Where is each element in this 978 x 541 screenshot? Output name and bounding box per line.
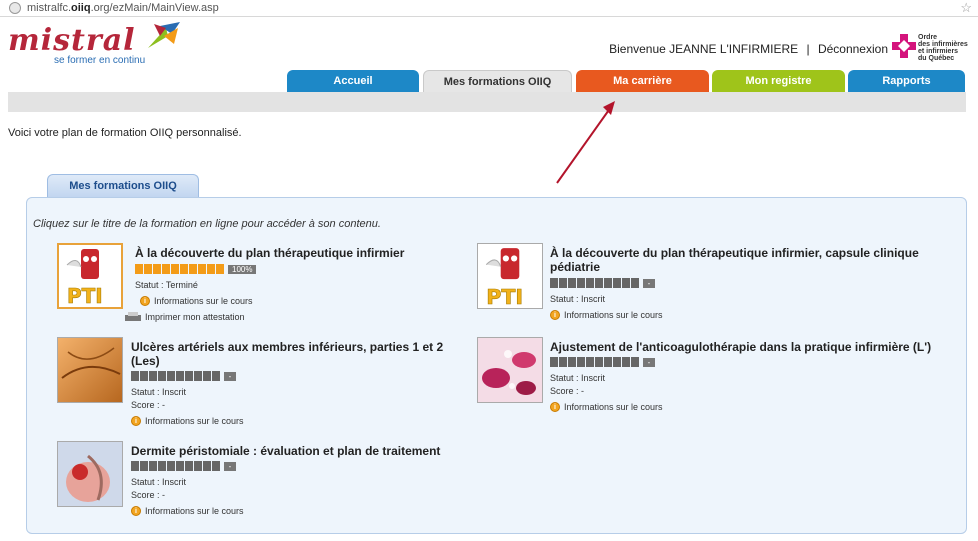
print-label: Imprimer mon attestation bbox=[145, 312, 245, 322]
pti-label: PTI bbox=[486, 285, 523, 308]
progress-percent: - bbox=[643, 278, 655, 288]
oiiq-cross-icon bbox=[892, 34, 916, 58]
info-label: Informations sur le cours bbox=[564, 402, 663, 412]
intro-text: Voici votre plan de formation OIIQ perso… bbox=[8, 127, 242, 139]
course-thumbnail-ulcer[interactable] bbox=[57, 337, 123, 403]
course-title-link[interactable]: Dermite péristomiale : évaluation et pla… bbox=[131, 444, 461, 458]
logo-arrow-icon bbox=[148, 22, 180, 48]
progress-segments bbox=[131, 461, 220, 471]
org-line: des infirmières bbox=[918, 41, 968, 48]
progress-bar: - bbox=[131, 371, 236, 381]
progress-percent: 100% bbox=[228, 264, 257, 274]
course-thumbnail-pti[interactable]: PTI bbox=[57, 243, 123, 309]
tab-ma-carriere[interactable]: Ma carrière bbox=[576, 70, 709, 92]
bookmark-star-icon[interactable]: ☆ bbox=[960, 0, 972, 16]
info-icon: i bbox=[131, 506, 141, 516]
progress-bar: - bbox=[550, 357, 655, 367]
progress-bar: - bbox=[550, 278, 655, 288]
progress-percent: - bbox=[224, 371, 236, 381]
course-status: Statut : Inscrit Score : - bbox=[131, 386, 186, 412]
oiiq-name: Ordre des infirmières et infirmiers du Q… bbox=[918, 34, 968, 62]
stoma-image-icon bbox=[58, 442, 122, 506]
course-status: Statut : Inscrit Score : - bbox=[131, 476, 186, 502]
course-info-link[interactable]: i Informations sur le cours bbox=[140, 296, 253, 306]
progress-percent: - bbox=[643, 357, 655, 367]
tab-rapports[interactable]: Rapports bbox=[848, 70, 965, 92]
info-icon: i bbox=[550, 402, 560, 412]
blood-cells-icon bbox=[478, 338, 542, 402]
separator: | bbox=[806, 42, 810, 56]
info-label: Informations sur le cours bbox=[564, 310, 663, 320]
course-thumbnail-pti[interactable]: PTI bbox=[477, 243, 543, 309]
url-text: mistralfc.oiiq.org/ezMain/MainView.asp bbox=[27, 2, 219, 14]
print-certificate-link[interactable]: Imprimer mon attestation bbox=[125, 312, 245, 322]
mistral-logo[interactable]: mistral se former en continu bbox=[8, 22, 180, 68]
tab-mes-formations[interactable]: Mes formations OIIQ bbox=[423, 70, 572, 92]
org-line: Ordre bbox=[918, 34, 938, 41]
status-label: Statut : Inscrit bbox=[131, 477, 187, 487]
panel-hint: Cliquez sur le titre de la formation en … bbox=[33, 218, 381, 230]
status-label: Statut : Inscrit bbox=[131, 387, 187, 397]
tab-accueil[interactable]: Accueil bbox=[287, 70, 419, 92]
course-info-link[interactable]: i Informations sur le cours bbox=[550, 402, 663, 412]
annotation-arrow-icon bbox=[556, 101, 615, 184]
pti-mascot-icon: PTI bbox=[59, 245, 121, 307]
info-label: Informations sur le cours bbox=[145, 416, 244, 426]
globe-icon bbox=[9, 2, 21, 14]
nav-subbar bbox=[8, 92, 966, 112]
course-title-link[interactable]: À la découverte du plan thérapeutique in… bbox=[135, 246, 455, 260]
score-label: Score : - bbox=[550, 386, 585, 396]
welcome-bar: Bienvenue JEANNE L'INFIRMIERE | Déconnex… bbox=[609, 42, 888, 56]
course-title-link[interactable]: Ajustement de l'anticoagulothérapie dans… bbox=[550, 340, 960, 354]
progress-segments bbox=[131, 371, 220, 381]
ulcer-image-icon bbox=[58, 338, 122, 402]
printer-icon bbox=[125, 312, 141, 321]
course-info-link[interactable]: i Informations sur le cours bbox=[131, 506, 244, 516]
logout-link[interactable]: Déconnexion bbox=[818, 42, 888, 56]
course-title-link[interactable]: À la découverte du plan thérapeutique in… bbox=[550, 246, 950, 274]
welcome-text: Bienvenue JEANNE L'INFIRMIERE bbox=[609, 42, 799, 56]
tab-mes-formations-oiiq[interactable]: Mes formations OIIQ bbox=[47, 174, 199, 197]
info-icon: i bbox=[131, 416, 141, 426]
course-thumbnail-dermite[interactable] bbox=[57, 441, 123, 507]
logo-word: mistral bbox=[8, 23, 136, 58]
progress-bar: - bbox=[131, 461, 236, 471]
status-label: Statut : Inscrit bbox=[550, 373, 606, 383]
info-icon: i bbox=[550, 310, 560, 320]
address-bar[interactable]: mistralfc.oiiq.org/ezMain/MainView.asp ☆ bbox=[0, 0, 978, 17]
course-status: Statut : Inscrit bbox=[550, 294, 606, 304]
course-status: Statut : Terminé bbox=[135, 280, 198, 290]
progress-segments bbox=[550, 357, 639, 367]
progress-percent: - bbox=[224, 461, 236, 471]
info-icon: i bbox=[140, 296, 150, 306]
logo-tagline: se former en continu bbox=[54, 55, 146, 66]
course-info-link[interactable]: i Informations sur le cours bbox=[131, 416, 244, 426]
org-line: du Québec bbox=[918, 55, 955, 62]
oiiq-logo[interactable]: Ordre des infirmières et infirmiers du Q… bbox=[890, 32, 970, 64]
course-title-link[interactable]: Ulcères artériels aux membres inférieurs… bbox=[131, 340, 456, 368]
course-status: Statut : Inscrit Score : - bbox=[550, 372, 605, 398]
course-info-link[interactable]: i Informations sur le cours bbox=[550, 310, 663, 320]
tab-mon-registre[interactable]: Mon registre bbox=[712, 70, 845, 92]
progress-segments bbox=[135, 264, 224, 274]
pti-mascot-icon: PTI bbox=[478, 244, 542, 308]
info-label: Informations sur le cours bbox=[154, 296, 253, 306]
pti-label: PTI bbox=[67, 284, 103, 307]
score-label: Score : - bbox=[131, 400, 166, 410]
progress-bar: 100% bbox=[135, 264, 257, 274]
progress-segments bbox=[550, 278, 639, 288]
org-line: et infirmiers bbox=[918, 48, 959, 55]
score-label: Score : - bbox=[131, 490, 166, 500]
course-thumbnail-anticoag[interactable] bbox=[477, 337, 543, 403]
info-label: Informations sur le cours bbox=[145, 506, 244, 516]
